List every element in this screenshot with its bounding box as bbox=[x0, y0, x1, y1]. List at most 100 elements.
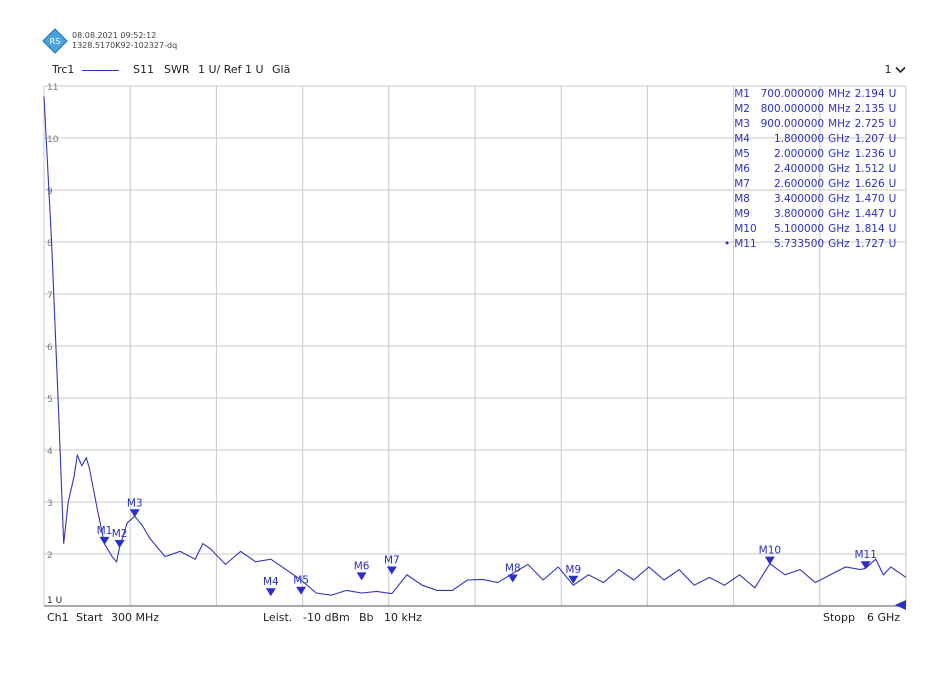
marker-swr-unit: U bbox=[888, 178, 897, 190]
marker-swr: 1.207 bbox=[854, 133, 885, 145]
marker-label: M7 bbox=[384, 554, 400, 566]
marker-frequency-unit: MHz bbox=[828, 118, 851, 130]
channel-label[interactable]: Ch1 bbox=[47, 611, 69, 624]
active-marker-dot bbox=[722, 117, 732, 132]
marker-m4[interactable]: M4 bbox=[263, 576, 279, 597]
marker-row[interactable]: M6 2.400000 GHz 1.512 U bbox=[722, 162, 898, 177]
marker-frequency: 700.000000 bbox=[760, 88, 825, 100]
marker-triangle bbox=[114, 539, 125, 548]
marker-row[interactable]: M7 2.600000 GHz 1.626 U bbox=[722, 177, 898, 192]
y-tick-label: 3 bbox=[47, 499, 53, 509]
stop-value[interactable]: 6 GHz bbox=[867, 611, 900, 624]
bandwidth-value[interactable]: 10 kHz bbox=[384, 611, 422, 624]
y-tick-label: 1 U bbox=[47, 596, 62, 606]
marker-m11[interactable]: M11 bbox=[854, 549, 877, 570]
marker-triangle bbox=[764, 556, 775, 565]
marker-row[interactable]: M5 2.000000 GHz 1.236 U bbox=[722, 147, 898, 162]
marker-id: M8 bbox=[734, 193, 750, 205]
marker-m6[interactable]: M6 bbox=[354, 560, 370, 581]
marker-id: M3 bbox=[734, 118, 750, 130]
start-value[interactable]: 300 MHz bbox=[111, 611, 159, 624]
marker-swr: 2.135 bbox=[854, 103, 885, 115]
marker-swr: 1.814 bbox=[854, 223, 885, 235]
active-marker-dot bbox=[722, 177, 732, 192]
marker-swr: 1.236 bbox=[854, 148, 885, 160]
marker-id: M10 bbox=[734, 223, 757, 235]
y-tick-label: 6 bbox=[47, 343, 53, 353]
marker-label: M8 bbox=[505, 563, 521, 575]
marker-label: M2 bbox=[112, 528, 128, 540]
bandwidth-label: Bb bbox=[359, 611, 374, 624]
marker-id: M4 bbox=[734, 133, 750, 145]
marker-label: M3 bbox=[127, 497, 143, 509]
marker-row[interactable]: M1 700.000000 MHz 2.194 U bbox=[722, 87, 898, 102]
marker-id: M11 bbox=[734, 238, 757, 250]
marker-frequency: 5.100000 bbox=[773, 223, 825, 235]
marker-triangle bbox=[507, 574, 518, 583]
marker-swr: 1.512 bbox=[854, 163, 885, 175]
marker-swr-unit: U bbox=[888, 208, 897, 220]
marker-triangle bbox=[129, 509, 140, 518]
marker-id: M2 bbox=[734, 103, 750, 115]
marker-row[interactable]: M9 3.800000 GHz 1.447 U bbox=[722, 207, 898, 222]
marker-frequency-unit: GHz bbox=[828, 133, 850, 145]
marker-m7[interactable]: M7 bbox=[384, 554, 400, 575]
marker-m5[interactable]: M5 bbox=[293, 575, 309, 595]
marker-swr-unit: U bbox=[888, 193, 897, 205]
marker-frequency: 800.000000 bbox=[760, 103, 825, 115]
y-tick-label: 9 bbox=[47, 187, 53, 197]
marker-frequency: 3.800000 bbox=[773, 208, 825, 220]
marker-swr-unit: U bbox=[888, 238, 897, 250]
marker-frequency-unit: GHz bbox=[828, 178, 850, 190]
marker-label: M1 bbox=[97, 525, 113, 537]
marker-id: M9 bbox=[734, 208, 750, 220]
marker-triangle bbox=[265, 588, 276, 597]
marker-swr: 2.194 bbox=[854, 88, 885, 100]
start-label: Start bbox=[76, 611, 103, 624]
marker-frequency-unit: GHz bbox=[828, 193, 850, 205]
marker-id: M7 bbox=[734, 178, 750, 190]
marker-row[interactable]: M10 5.100000 GHz 1.814 U bbox=[722, 222, 898, 237]
power-value[interactable]: -10 dBm bbox=[303, 611, 350, 624]
marker-row[interactable]: M4 1.800000 GHz 1.207 U bbox=[722, 132, 898, 147]
marker-frequency: 2.000000 bbox=[773, 148, 825, 160]
marker-m8[interactable]: M8 bbox=[505, 563, 521, 583]
marker-row[interactable]: M8 3.400000 GHz 1.470 U bbox=[722, 192, 898, 207]
y-tick-label: 4 bbox=[47, 447, 53, 457]
marker-label: M9 bbox=[565, 564, 581, 576]
marker-swr-unit: U bbox=[888, 133, 897, 145]
marker-swr-unit: U bbox=[888, 163, 897, 175]
marker-swr-unit: U bbox=[888, 223, 897, 235]
marker-triangle bbox=[99, 536, 110, 545]
marker-row[interactable]: M2 800.000000 MHz 2.135 U bbox=[722, 102, 898, 117]
y-tick-label: 11 bbox=[47, 83, 58, 93]
marker-m3[interactable]: M3 bbox=[127, 497, 143, 518]
footer: Ch1 Start 300 MHz Leist. -10 dBm Bb 10 k… bbox=[0, 611, 950, 627]
active-marker-dot bbox=[722, 102, 732, 117]
y-tick-label: 2 bbox=[47, 551, 53, 561]
marker-frequency-unit: MHz bbox=[828, 88, 851, 100]
marker-m10[interactable]: M10 bbox=[759, 545, 781, 565]
marker-label: M4 bbox=[263, 576, 279, 588]
marker-id: M1 bbox=[734, 88, 750, 100]
reference-arrow-icon bbox=[895, 600, 906, 610]
marker-id: M6 bbox=[734, 163, 750, 175]
marker-swr: 1.470 bbox=[854, 193, 885, 205]
marker-table: M1 700.000000 MHz 2.194 U M2 800.000000 MHz 2.13… bbox=[722, 87, 898, 252]
marker-label: M10 bbox=[759, 545, 781, 557]
marker-m1[interactable]: M1 bbox=[97, 525, 113, 545]
marker-row[interactable]: M3 900.000000 MHz 2.725 U bbox=[722, 117, 898, 132]
y-tick-label: 10 bbox=[47, 135, 59, 145]
marker-m2[interactable]: M2 bbox=[112, 528, 128, 548]
marker-label: M6 bbox=[354, 560, 370, 572]
marker-frequency-unit: GHz bbox=[828, 238, 850, 250]
marker-row[interactable]: • M11 5.733500 GHz 1.727 U bbox=[722, 237, 898, 252]
marker-swr: 2.725 bbox=[854, 118, 885, 130]
marker-swr-unit: U bbox=[888, 103, 897, 115]
active-marker-dot: • bbox=[724, 238, 731, 250]
marker-frequency: 3.400000 bbox=[773, 193, 825, 205]
marker-frequency: 2.400000 bbox=[773, 163, 825, 175]
marker-swr-unit: U bbox=[888, 118, 897, 130]
marker-triangle bbox=[296, 586, 307, 595]
stop-label: Stopp bbox=[823, 611, 855, 624]
